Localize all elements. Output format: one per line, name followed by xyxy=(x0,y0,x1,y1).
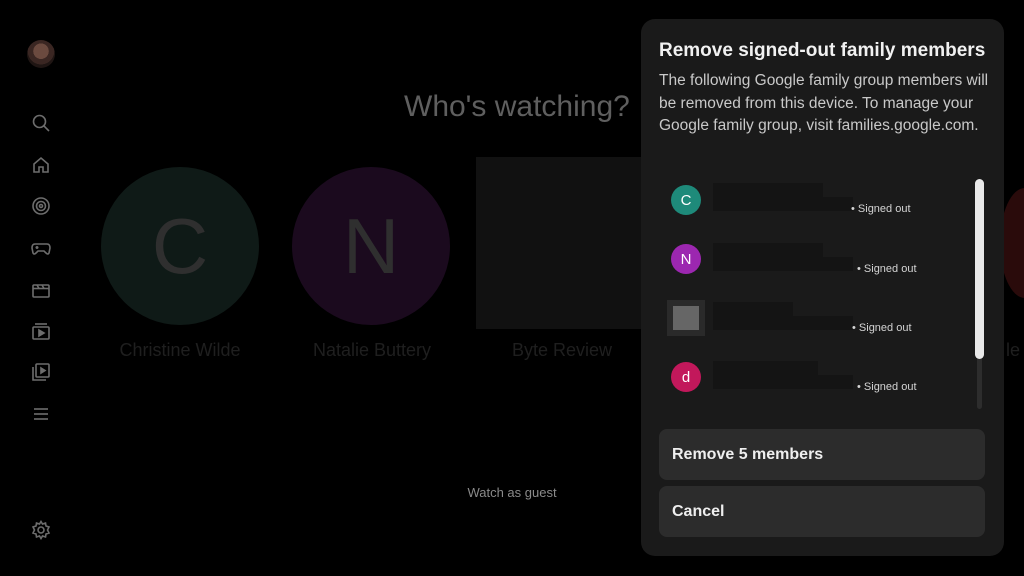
cancel-button[interactable]: Cancel xyxy=(659,486,985,537)
member-email-redacted xyxy=(713,257,853,271)
member-status: • Signed out xyxy=(857,381,917,393)
target-icon[interactable] xyxy=(31,196,51,216)
dialog-description: The following Google family group member… xyxy=(659,72,989,134)
home-icon[interactable] xyxy=(31,155,51,175)
member-row: C • Signed out xyxy=(641,183,941,223)
member-row: N • Signed out xyxy=(641,243,941,283)
gamepad-icon[interactable] xyxy=(31,238,51,258)
sidebar xyxy=(0,0,82,576)
member-name-redacted xyxy=(713,302,793,316)
menu-icon[interactable] xyxy=(31,404,51,424)
account-avatar[interactable] xyxy=(27,40,55,68)
profile-avatar-byte-review[interactable] xyxy=(476,157,646,329)
member-email-redacted xyxy=(713,316,853,330)
profile-name: Christine Wilde xyxy=(119,340,241,360)
profile-avatar-natalie[interactable]: N xyxy=(292,167,450,325)
member-name-redacted xyxy=(713,361,818,375)
profile-avatar-christine[interactable]: C xyxy=(101,167,259,325)
library-icon[interactable] xyxy=(31,362,51,382)
watch-as-guest-link[interactable]: Watch as guest xyxy=(444,485,580,500)
member-email-redacted xyxy=(713,375,853,389)
search-icon[interactable] xyxy=(31,113,51,133)
settings-icon[interactable] xyxy=(31,520,51,540)
profile-name: Byte Review xyxy=(511,340,613,360)
remove-members-dialog: Remove signed-out family members The fol… xyxy=(641,19,1004,556)
page-title: Who's watching? xyxy=(404,90,630,123)
member-row: d • Signed out xyxy=(641,361,941,401)
member-row: • Signed out xyxy=(641,300,941,340)
member-status: • Signed out xyxy=(857,263,917,275)
profile-initial: N xyxy=(342,201,400,290)
member-status: • Signed out xyxy=(852,322,912,334)
member-status: • Signed out xyxy=(851,203,911,215)
clapperboard-icon[interactable] xyxy=(31,280,51,300)
profile-name: Natalie Buttery xyxy=(312,340,432,360)
member-initial: N xyxy=(680,250,692,268)
member-initial: d xyxy=(681,368,691,386)
dialog-title: Remove signed-out family members xyxy=(659,40,986,61)
profile-initial: C xyxy=(151,201,209,290)
member-email-redacted xyxy=(713,197,853,211)
remove-members-button[interactable]: Remove 5 members xyxy=(659,429,985,480)
member-avatar: d xyxy=(671,362,701,392)
member-avatar: C xyxy=(671,185,701,215)
profile-name-partial: le xyxy=(1006,340,1021,360)
member-avatar xyxy=(667,300,705,336)
member-name-redacted xyxy=(713,243,823,257)
member-avatar: N xyxy=(671,244,701,274)
member-name-redacted xyxy=(713,183,823,197)
member-initial: C xyxy=(680,191,692,209)
subscriptions-icon[interactable] xyxy=(31,321,51,341)
scrollbar-thumb[interactable] xyxy=(975,179,984,359)
